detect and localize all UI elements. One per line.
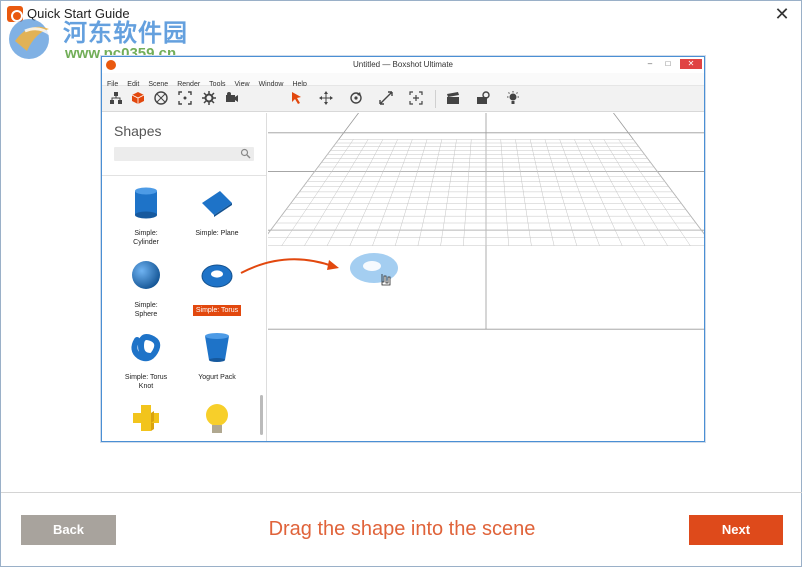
camera-icon [225,91,239,105]
grid-line [281,139,354,246]
cylinder-icon [135,187,157,219]
plane-icon [202,191,232,217]
yogurt-pack-icon [205,333,229,362]
grid-line [372,139,413,246]
grid-line [326,139,384,246]
watermark-logo-icon [9,19,52,59]
quick-start-window: Quick Start Guide ✕ 河东软件园 www.pc0359.cn … [0,0,802,567]
shapes-panel-title: Shapes [114,123,162,139]
grid-line [529,139,555,246]
materials-icon [154,91,168,105]
grid-line [500,139,509,246]
grid-line [394,139,428,246]
grid-line [633,139,704,235]
torus-icon [201,264,233,288]
watermark-site-name: 河东软件园 [63,19,188,47]
grid-line [544,139,578,246]
footer-divider [1,492,802,493]
move-icon [319,91,333,105]
app-screenshot: Untitled — Boxshot Ultimate – □ ✕ File Ed… [101,56,705,442]
app-toolbar [102,86,704,112]
search-icon [240,148,251,159]
torus-knot-icon [131,334,161,362]
grid-line [304,139,369,246]
app-titlebar: Untitled — Boxshot Ultimate – □ ✕ [102,57,704,73]
grid-line [603,139,668,246]
app-menubar: File Edit Scene Render Tools View Window Help [102,73,704,88]
grid-line [268,139,339,235]
sphere-icon [132,261,160,289]
drag-arrow-icon [240,258,339,274]
grid-line [440,139,457,246]
shape-item-torus-knot: Simple: Torus Knot [106,330,186,391]
shape-item-plane: Simple: Plane [177,186,257,238]
render-settings-icon [476,91,490,105]
shape-item-sphere: Simple: Sphere [106,258,186,319]
shape-label: Simple: Plane [195,230,239,237]
shape-label: Yogurt Pack [198,374,236,381]
grid-line [515,139,532,246]
bulb-icon [206,404,228,433]
grid-line [559,139,600,246]
grid-line [574,139,623,246]
settings-icon [202,91,216,105]
grid-line [612,113,704,235]
shape-item-bulb [177,401,257,440]
app-close-icon: ✕ [680,59,702,69]
rotate-icon [349,91,363,105]
dragged-torus-icon [350,253,398,286]
grid-line [268,113,359,235]
shape-label: Simple: Sphere [134,302,158,318]
shape-item-yogurt-pack: Yogurt Pack [177,330,257,382]
scene-tree-icon [109,91,123,105]
select-arrow-icon [290,91,304,105]
shape-label: Simple: Cylinder [133,230,159,246]
grid-line [588,139,646,246]
grid-line [463,139,472,246]
close-button[interactable]: ✕ [771,3,793,25]
shapes-panel-divider [102,175,266,176]
grid-line [268,113,316,329]
shape-label: Simple: Torus [177,301,257,316]
maximize-icon: □ [665,59,671,68]
cross-shape-icon [133,405,159,431]
app-title: Untitled — Boxshot Ultimate [352,60,454,69]
grid-line [349,139,398,246]
toolbar-separator [435,90,436,108]
shapes-scrollbar [260,395,263,435]
shapes-icon [131,91,145,105]
shape-item-cylinder: Simple: Cylinder [106,186,186,247]
shape-item-cross [106,401,186,440]
render-clap-icon [446,91,460,105]
fit-icon [409,91,423,105]
minimize-icon: – [647,59,653,68]
scale-icon [379,91,393,105]
grid-line [600,113,704,329]
shape-label: Simple: Torus Knot [124,374,168,390]
back-button[interactable]: Back [21,515,116,545]
grid-line [656,113,704,329]
light-icon [506,91,520,105]
grid-line [618,139,691,246]
instruction-text: Drag the shape into the scene [268,518,536,540]
grid-line [417,139,443,246]
shapes-search-field [114,147,254,161]
frame-icon [178,91,192,105]
selected-shape-label: Simple: Torus [192,305,242,316]
grid-line [268,113,372,329]
next-button[interactable]: Next [689,515,783,545]
